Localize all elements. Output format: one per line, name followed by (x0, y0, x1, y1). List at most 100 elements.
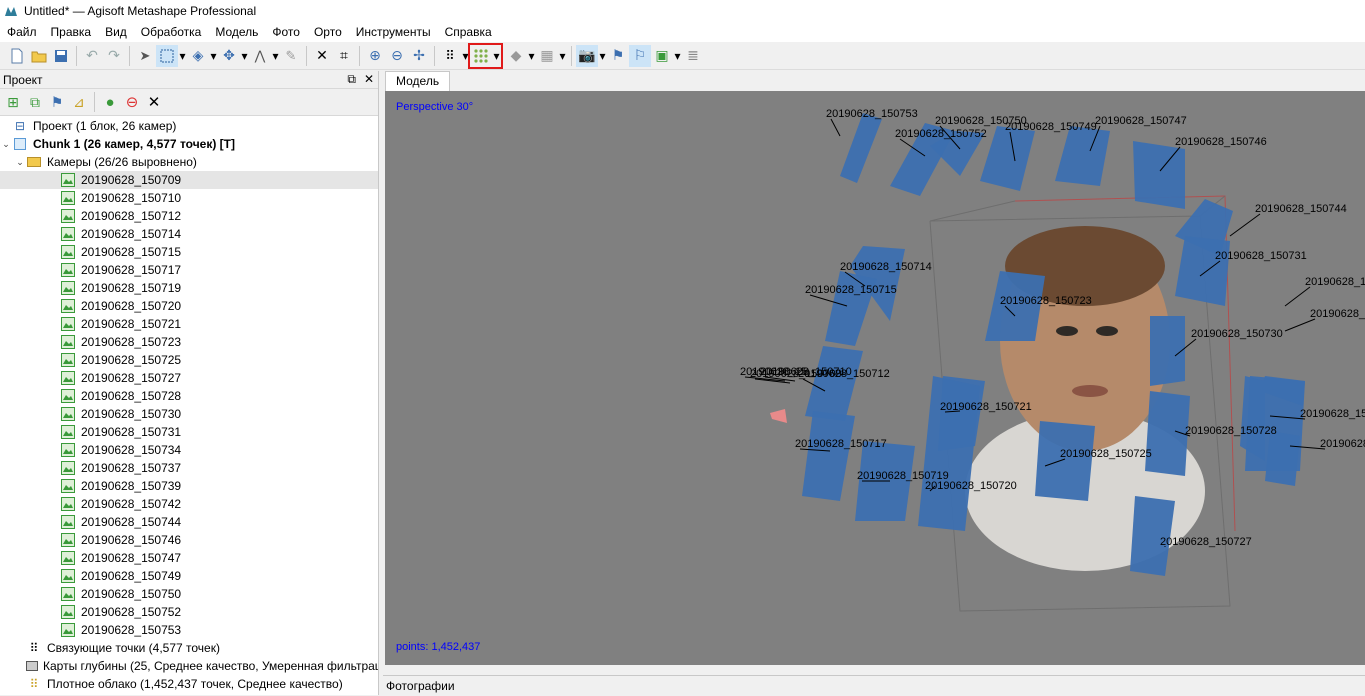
tree-cameras-group[interactable]: ⌄ Камеры (26/26 выровнено) (0, 153, 378, 171)
camera-plane (840, 113, 882, 183)
model-viewport[interactable]: 20190628_150753 20190628_150752 20190628_1… (385, 91, 1365, 665)
chevron-down-icon[interactable]: ▾ (240, 45, 249, 67)
chevron-down-icon[interactable]: ⌄ (14, 157, 26, 168)
add-chunk-icon[interactable]: ⊞ (2, 91, 24, 113)
open-folder-icon[interactable] (28, 45, 50, 67)
menu-help[interactable]: Справка (438, 22, 499, 42)
show-tiled-model-icon[interactable]: ▦ (536, 45, 558, 67)
show-model-icon[interactable]: ◆ (505, 45, 527, 67)
photos-panel-header[interactable]: Фотографии (383, 675, 1365, 695)
undo-icon[interactable]: ↶ (81, 45, 103, 67)
rectangle-selection-icon[interactable] (156, 44, 178, 67)
add-scalebar-icon[interactable]: ⊿ (68, 91, 90, 113)
save-icon[interactable] (50, 45, 72, 67)
draw-polyline-icon[interactable]: ⋀ (249, 45, 271, 67)
menu-edit[interactable]: Правка (44, 22, 99, 42)
crop-selection-icon[interactable]: ⌗ (333, 45, 355, 67)
dense-cloud-icon: ⠿ (29, 677, 39, 691)
tree-chunk[interactable]: ⌄ Chunk 1 (26 камер, 4,577 точек) [T] (0, 135, 378, 153)
show-images-icon[interactable]: ▣ (651, 45, 673, 67)
camera-item[interactable]: 20190628_150750 (0, 585, 378, 603)
show-points-icon[interactable]: ⠿ (439, 45, 461, 67)
camera-item[interactable]: 20190628_150746 (0, 531, 378, 549)
menu-workflow[interactable]: Обработка (134, 22, 209, 42)
chevron-down-icon[interactable]: ▾ (209, 45, 218, 67)
camera-image-icon (60, 334, 76, 350)
new-document-icon[interactable] (6, 45, 28, 67)
camera-image-icon (60, 298, 76, 314)
camera-item-label: 20190628_150728 (81, 389, 182, 403)
show-shapes-icon[interactable]: ⚐ (629, 44, 651, 67)
chevron-down-icon[interactable]: ▾ (492, 45, 501, 67)
enable-icon[interactable]: ● (99, 91, 121, 113)
delete-selection-icon[interactable]: ✕ (311, 45, 333, 67)
navigation-pointer-icon[interactable]: ➤ (134, 45, 156, 67)
redo-icon[interactable]: ↷ (103, 45, 125, 67)
menu-view[interactable]: Вид (98, 22, 134, 42)
camera-item[interactable]: 20190628_150712 (0, 207, 378, 225)
tree-depth-maps[interactable]: Карты глубины (25, Среднее качество, Уме… (0, 657, 378, 675)
menu-model[interactable]: Модель (208, 22, 265, 42)
reset-view-icon[interactable]: ✢ (408, 45, 430, 67)
camera-item[interactable]: 20190628_150719 (0, 279, 378, 297)
remove-icon[interactable]: ✕ (143, 91, 165, 113)
scene-canvas[interactable]: 20190628_150753 20190628_150752 20190628_1… (385, 91, 1365, 665)
camera-item[interactable]: 20190628_150709 (0, 171, 378, 189)
chevron-down-icon[interactable]: ▾ (527, 45, 536, 67)
chevron-down-icon[interactable]: ▾ (271, 45, 280, 67)
chevron-down-icon[interactable]: ▾ (558, 45, 567, 67)
zoom-out-icon[interactable]: ⊖ (386, 45, 408, 67)
show-markers-icon[interactable]: ⚑ (607, 45, 629, 67)
camera-item[interactable]: 20190628_150714 (0, 225, 378, 243)
dense-cloud-icon[interactable] (470, 45, 492, 67)
chevron-down-icon[interactable]: ▾ (178, 45, 187, 67)
close-icon[interactable]: ✕ (364, 72, 374, 87)
camera-label: 20190628_150744 (1255, 203, 1347, 215)
camera-item[interactable]: 20190628_150734 (0, 441, 378, 459)
tab-model[interactable]: Модель (385, 71, 451, 91)
menu-photo[interactable]: Фото (265, 22, 307, 42)
camera-item[interactable]: 20190628_150744 (0, 513, 378, 531)
camera-item[interactable]: 20190628_150747 (0, 549, 378, 567)
move-object-icon[interactable]: ✥ (218, 45, 240, 67)
chevron-down-icon[interactable]: ▾ (598, 45, 607, 67)
menu-ortho[interactable]: Орто (307, 22, 349, 42)
camera-item[interactable]: 20190628_150715 (0, 243, 378, 261)
camera-item[interactable]: 20190628_150710 (0, 189, 378, 207)
chevron-down-icon[interactable]: ⌄ (0, 139, 12, 150)
show-region-icon[interactable]: ≣ (682, 45, 704, 67)
camera-item[interactable]: 20190628_150730 (0, 405, 378, 423)
camera-item[interactable]: 20190628_150721 (0, 315, 378, 333)
menu-file[interactable]: Файл (0, 22, 44, 42)
add-photos-icon[interactable]: ⧉ (24, 91, 46, 113)
move-region-icon[interactable]: ◈ (187, 45, 209, 67)
float-panel-icon[interactable]: ⧉ (347, 72, 356, 87)
camera-item[interactable]: 20190628_150723 (0, 333, 378, 351)
camera-item[interactable]: 20190628_150728 (0, 387, 378, 405)
folder-icon (26, 154, 42, 170)
ruler-icon[interactable]: ✎ (280, 45, 302, 67)
chevron-down-icon[interactable]: ▾ (461, 45, 470, 67)
menu-tools[interactable]: Инструменты (349, 22, 438, 42)
camera-label: 20190628_150753 (826, 108, 918, 120)
camera-item[interactable]: 20190628_150737 (0, 459, 378, 477)
add-marker-icon[interactable]: ⚑ (46, 91, 68, 113)
disable-icon[interactable]: ⊖ (121, 91, 143, 113)
camera-item[interactable]: 20190628_150731 (0, 423, 378, 441)
camera-item[interactable]: 20190628_150752 (0, 603, 378, 621)
camera-item[interactable]: 20190628_150717 (0, 261, 378, 279)
camera-item[interactable]: 20190628_150727 (0, 369, 378, 387)
camera-item[interactable]: 20190628_150739 (0, 477, 378, 495)
toolbar-separator (129, 45, 130, 66)
show-cameras-icon[interactable]: 📷 (576, 44, 598, 67)
camera-item[interactable]: 20190628_150742 (0, 495, 378, 513)
tree-tie-points[interactable]: ⠿ Связующие точки (4,577 точек) (0, 639, 378, 657)
zoom-in-icon[interactable]: ⊕ (364, 45, 386, 67)
camera-item[interactable]: 20190628_150753 (0, 621, 378, 639)
camera-item[interactable]: 20190628_150720 (0, 297, 378, 315)
tree-dense-cloud[interactable]: ⠿ Плотное облако (1,452,437 точек, Средн… (0, 675, 378, 693)
camera-item[interactable]: 20190628_150725 (0, 351, 378, 369)
tree-project-root[interactable]: ⊟ Проект (1 блок, 26 камер) (0, 117, 378, 135)
chevron-down-icon[interactable]: ▾ (673, 45, 682, 67)
camera-item[interactable]: 20190628_150749 (0, 567, 378, 585)
